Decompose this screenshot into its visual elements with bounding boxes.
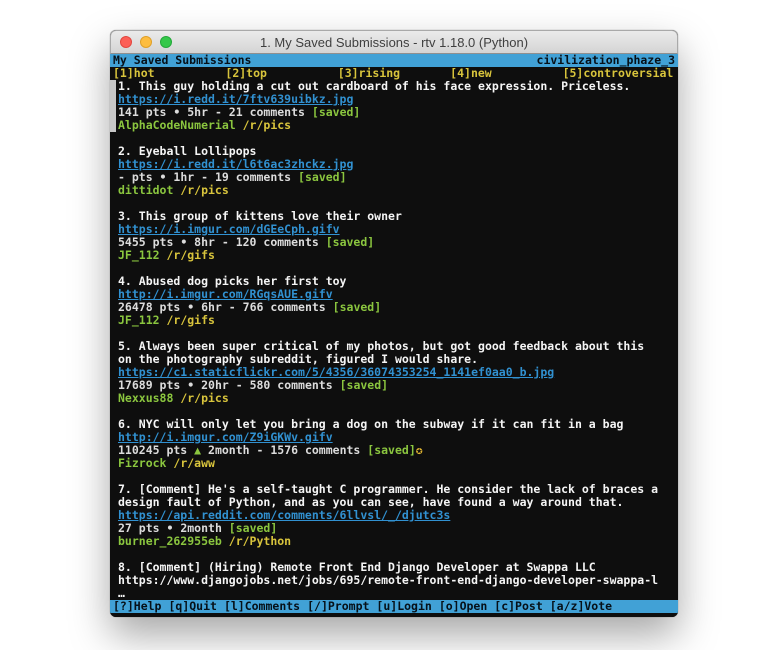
- shortcut-quit[interactable]: [q]Quit: [168, 600, 216, 613]
- points: - pts: [118, 170, 160, 184]
- subreddit[interactable]: /r/gifs: [160, 313, 215, 327]
- submission-byline: Fizrock /r/aww: [118, 457, 678, 470]
- author[interactable]: Fizrock: [118, 456, 166, 470]
- saved-badge: [saved]: [298, 170, 346, 184]
- points: 141 pts: [118, 105, 173, 119]
- age-and-comments: 1hr - 19 comments: [166, 170, 298, 184]
- subreddit[interactable]: /r/pics: [173, 183, 228, 197]
- submission-title-truncated[interactable]: 8. [Comment] (Hiring) Remote Front End D…: [118, 561, 678, 600]
- close-window-button[interactable]: [120, 36, 132, 48]
- author[interactable]: JF_112: [118, 248, 160, 262]
- saved-badge: [saved]: [326, 235, 374, 249]
- submission-byline: Nexxus88 /r/pics: [118, 392, 678, 405]
- subreddit[interactable]: /r/Python: [222, 534, 291, 548]
- zoom-window-button[interactable]: [160, 36, 172, 48]
- points: 17689 pts: [118, 378, 187, 392]
- author[interactable]: JF_112: [118, 313, 160, 327]
- submission-3[interactable]: 3. This group of kittens love their owne…: [110, 210, 678, 262]
- saved-badge: [saved]: [312, 105, 360, 119]
- submission-byline: AlphaCodeNumerial /r/pics: [118, 119, 678, 132]
- age-and-comments: 2month - 1576 comments: [201, 443, 367, 457]
- window-titlebar[interactable]: 1. My Saved Submissions - rtv 1.18.0 (Py…: [110, 30, 678, 54]
- submission-title[interactable]: 5. Always been super critical of my phot…: [118, 340, 678, 366]
- points: 27 pts: [118, 521, 166, 535]
- points: 5455 pts: [118, 235, 180, 249]
- submission-6[interactable]: 6. NYC will only let you bring a dog on …: [110, 418, 678, 470]
- author[interactable]: burner_262955eb: [118, 534, 222, 548]
- points: 110245 pts: [118, 443, 194, 457]
- shortcut-login[interactable]: [u]Login: [376, 600, 431, 613]
- submission-byline: burner_262955eb /r/Python: [118, 535, 678, 548]
- traffic-lights: [120, 36, 172, 48]
- saved-badge: [saved]: [333, 300, 381, 314]
- shortcut-prompt[interactable]: [/]Prompt: [307, 600, 369, 613]
- saved-badge: [saved]: [340, 378, 388, 392]
- submission-byline: JF_112 /r/gifs: [118, 249, 678, 262]
- submission-8[interactable]: 8. [Comment] (Hiring) Remote Front End D…: [110, 561, 678, 600]
- submission-5[interactable]: 5. Always been super critical of my phot…: [110, 340, 678, 405]
- window-title: 1. My Saved Submissions - rtv 1.18.0 (Py…: [260, 35, 528, 50]
- subreddit[interactable]: /r/pics: [236, 118, 291, 132]
- shortcut-post[interactable]: [c]Post: [494, 600, 542, 613]
- gilded-icon: ✪: [416, 443, 423, 457]
- points: 26478 pts: [118, 300, 187, 314]
- age-and-comments: 20hr - 580 comments: [194, 378, 339, 392]
- shortcut-vote[interactable]: [a/z]Vote: [550, 600, 612, 613]
- author[interactable]: dittidot: [118, 183, 173, 197]
- shortcut-footer-bar: [?]Help [q]Quit [l]Comments [/]Prompt [u…: [110, 600, 678, 613]
- author[interactable]: Nexxus88: [118, 391, 173, 405]
- submission-byline: dittidot /r/pics: [118, 184, 678, 197]
- submission-2[interactable]: 2. Eyeball Lollipops https://i.redd.it/l…: [110, 145, 678, 197]
- saved-badge: [saved]: [229, 521, 277, 535]
- submission-list: 1. This guy holding a cut out cardboard …: [110, 80, 678, 600]
- subreddit[interactable]: /r/gifs: [160, 248, 215, 262]
- shortcut-comments[interactable]: [l]Comments: [224, 600, 300, 613]
- author[interactable]: AlphaCodeNumerial: [118, 118, 236, 132]
- saved-badge: [saved]: [367, 443, 415, 457]
- submission-1[interactable]: 1. This guy holding a cut out cardboard …: [110, 80, 678, 132]
- age-and-comments: 6hr - 766 comments: [194, 300, 332, 314]
- subreddit[interactable]: /r/aww: [166, 456, 214, 470]
- submission-7[interactable]: 7. [Comment] He's a self-taught C progra…: [110, 483, 678, 548]
- submission-byline: JF_112 /r/gifs: [118, 314, 678, 327]
- terminal-window: 1. My Saved Submissions - rtv 1.18.0 (Py…: [110, 30, 678, 617]
- age-and-comments: 5hr - 21 comments: [180, 105, 312, 119]
- submission-title[interactable]: 7. [Comment] He's a self-taught C progra…: [118, 483, 678, 509]
- subreddit[interactable]: /r/pics: [173, 391, 228, 405]
- shortcut-open[interactable]: [o]Open: [439, 600, 487, 613]
- terminal-content: My Saved Submissions civilization_phaze_…: [110, 54, 678, 617]
- age: 2month: [173, 521, 228, 535]
- age-and-comments: 8hr - 120 comments: [187, 235, 325, 249]
- minimize-window-button[interactable]: [140, 36, 152, 48]
- submission-4[interactable]: 4. Abused dog picks her first toy http:/…: [110, 275, 678, 327]
- shortcut-help[interactable]: [?]Help: [113, 600, 161, 613]
